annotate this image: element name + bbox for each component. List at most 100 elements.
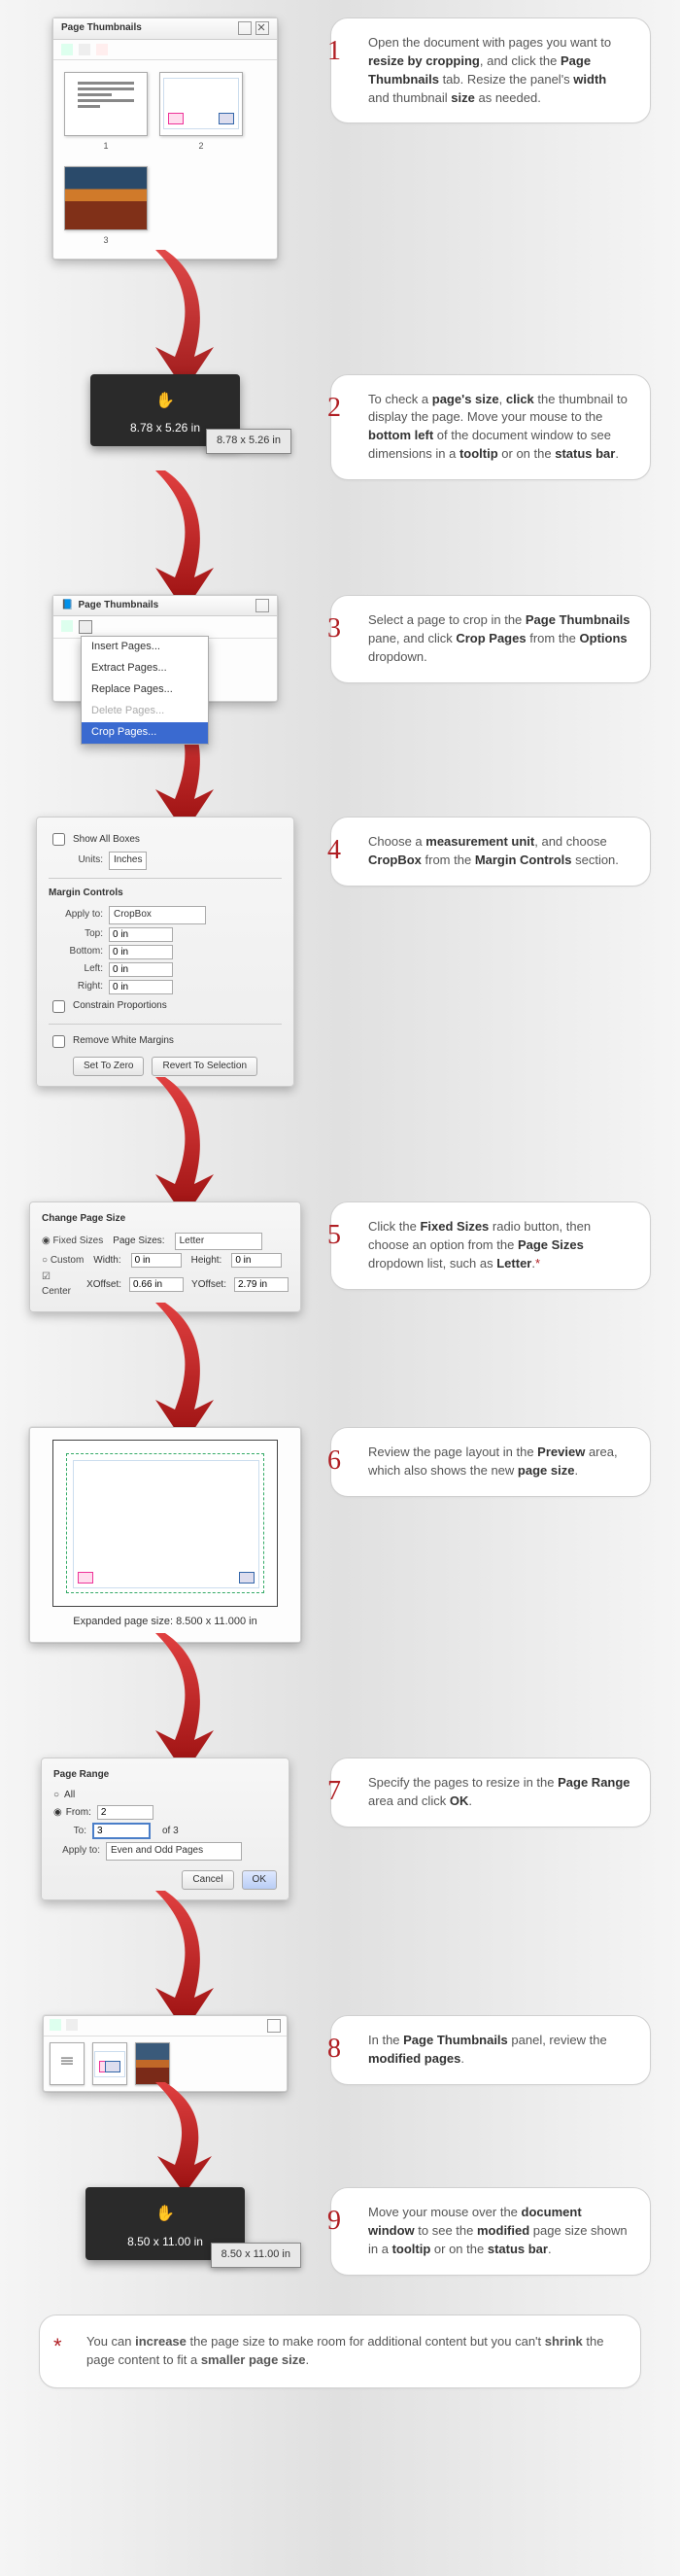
thumb-1[interactable] <box>50 2042 85 2085</box>
height-input[interactable] <box>231 1253 282 1268</box>
step-number-8: 8 <box>327 2030 341 2070</box>
step-5-figure: Change Page Size ◉ Fixed Sizes Page Size… <box>29 1201 301 1312</box>
xoffset-input[interactable] <box>129 1277 184 1292</box>
step-4-figure: Show All Boxes Units:Inches Margin Contr… <box>29 817 301 1087</box>
page-icon[interactable] <box>50 2019 61 2031</box>
panel-header: Page Thumbnails <box>53 18 277 40</box>
page-range-section: Page Range ○ All ◉ From: To: of 3 Apply … <box>41 1758 289 1900</box>
center-checkbox[interactable]: ☑ Center <box>42 1271 79 1299</box>
step-1-callout: 1 Open the document with pages you want … <box>330 17 651 123</box>
options-dropdown-icon[interactable] <box>79 620 92 634</box>
page-icon[interactable] <box>61 620 73 632</box>
step-7-figure: Page Range ○ All ◉ From: To: of 3 Apply … <box>29 1758 301 1900</box>
thumbnails-wide-panel <box>43 2015 288 2092</box>
tooltip-size-text: 8.78 x 5.26 in <box>130 420 200 436</box>
step-7: Page Range ○ All ◉ From: To: of 3 Apply … <box>0 1740 680 1910</box>
custom-radio[interactable]: ○ Custom <box>42 1254 84 1269</box>
arrow-6-7 <box>0 1653 680 1740</box>
step-9-figure: ✋ 8.50 x 11.00 in 8.50 x 11.00 in <box>29 2187 301 2260</box>
ok-button[interactable]: OK <box>242 1870 277 1891</box>
step-5-text: Click the Fixed Sizes radio button, then… <box>351 1218 630 1273</box>
step-number-5: 5 <box>327 1216 341 1256</box>
thumb-3[interactable] <box>135 2042 170 2085</box>
applyto-select[interactable]: CropBox <box>109 906 206 924</box>
panel-toolbar <box>53 40 277 60</box>
arrow-7-8 <box>0 1910 680 1998</box>
options-menu: Insert Pages... Extract Pages... Replace… <box>81 636 209 745</box>
bottom-input[interactable] <box>109 945 173 959</box>
gear-icon[interactable] <box>66 2019 78 2031</box>
close-icon[interactable] <box>255 21 269 35</box>
right-input[interactable] <box>109 980 173 994</box>
revert-button[interactable]: Revert To Selection <box>152 1057 257 1077</box>
step-3: 📘 Page Thumbnails Insert Pages... Extrac… <box>0 577 680 713</box>
margin-controls-label: Margin Controls <box>49 887 282 901</box>
collapse-icon[interactable] <box>255 599 269 612</box>
thumb-2[interactable] <box>92 2042 127 2085</box>
crop-dialog-margin-controls: Show All Boxes Units:Inches Margin Contr… <box>36 817 294 1087</box>
page-thumbnails-panel: Page Thumbnails 1 <box>52 17 278 260</box>
footnote: * You can increase the page size to make… <box>39 2315 641 2388</box>
asterisk: * <box>535 1256 540 1271</box>
step-7-text: Specify the pages to resize in the Page … <box>351 1774 630 1811</box>
arrow-8-9 <box>0 2102 680 2170</box>
close-icon[interactable] <box>267 2019 281 2033</box>
from-radio[interactable]: ◉ From: <box>53 1806 91 1821</box>
yoffset-input[interactable] <box>234 1277 289 1292</box>
step-9-text: Move your mouse over the document window… <box>351 2204 630 2259</box>
panel-title-text: Page Thumbnails <box>61 21 142 36</box>
units-select[interactable]: Inches <box>109 852 147 870</box>
thumbnail-1[interactable]: 1 <box>65 72 147 153</box>
step-1-figure: Page Thumbnails 1 <box>29 17 301 260</box>
status-bar-size: 8.50 x 11.00 in <box>211 2243 301 2268</box>
remove-white-checkbox[interactable]: Remove White Margins <box>49 1032 282 1051</box>
thumbnail-2[interactable]: 2 <box>160 72 242 153</box>
preview-panel: Expanded page size: 8.500 x 11.000 in <box>29 1427 301 1643</box>
page-sizes-select[interactable]: Letter <box>175 1233 262 1251</box>
menu-crop-pages[interactable]: Crop Pages... <box>82 722 208 744</box>
all-radio[interactable]: ○ All <box>53 1789 277 1803</box>
gear-icon[interactable] <box>79 44 90 55</box>
width-input[interactable] <box>131 1253 182 1268</box>
asterisk-icon: * <box>53 2331 62 2362</box>
panel-toolbar <box>44 2016 287 2036</box>
left-input[interactable] <box>109 962 173 977</box>
constrain-checkbox[interactable]: Constrain Proportions <box>49 997 282 1016</box>
hand-cursor-icon: ✋ <box>155 390 175 412</box>
menu-replace-pages[interactable]: Replace Pages... <box>82 679 208 701</box>
top-input[interactable] <box>109 927 173 942</box>
arrow-1-2 <box>0 269 680 357</box>
trash-icon[interactable] <box>96 44 108 55</box>
thumbnail-3[interactable]: 3 <box>65 166 147 247</box>
step-8-text: In the Page Thumbnails panel, review the… <box>351 2032 630 2069</box>
to-input[interactable] <box>92 1823 151 1839</box>
step-6-text: Review the page layout in the Preview ar… <box>351 1444 630 1480</box>
step-6-figure: Expanded page size: 8.500 x 11.000 in <box>29 1427 301 1643</box>
page-icon[interactable] <box>61 44 73 55</box>
preview-page <box>66 1453 264 1593</box>
from-input[interactable] <box>97 1805 153 1820</box>
step-number-1: 1 <box>327 32 341 72</box>
show-all-boxes-checkbox[interactable]: Show All Boxes <box>49 830 282 849</box>
menu-extract-pages[interactable]: Extract Pages... <box>82 658 208 679</box>
step-9-callout: 9 Move your mouse over the document wind… <box>330 2187 651 2276</box>
preview-box <box>52 1440 278 1607</box>
step-1: Page Thumbnails 1 <box>0 0 680 269</box>
cancel-button[interactable]: Cancel <box>182 1870 233 1891</box>
panel-toolbar: Insert Pages... Extract Pages... Replace… <box>53 616 277 639</box>
minimize-icon[interactable] <box>238 21 252 35</box>
step-2-text: To check a page's size, click the thumbn… <box>351 391 630 464</box>
arrow-4-5 <box>0 1097 680 1184</box>
set-to-zero-button[interactable]: Set To Zero <box>73 1057 145 1077</box>
step-number-4: 4 <box>327 831 341 871</box>
fixed-sizes-radio[interactable]: ◉ Fixed Sizes <box>42 1235 103 1249</box>
page-thumbnails-panel-options: 📘 Page Thumbnails Insert Pages... Extrac… <box>52 595 278 703</box>
tooltip-size-text: 8.50 x 11.00 in <box>127 2234 203 2250</box>
menu-insert-pages[interactable]: Insert Pages... <box>82 637 208 658</box>
change-page-size-section: Change Page Size ◉ Fixed Sizes Page Size… <box>29 1201 301 1312</box>
step-number-2: 2 <box>327 389 341 429</box>
step-9: ✋ 8.50 x 11.00 in 8.50 x 11.00 in 9 Move… <box>0 2170 680 2285</box>
applyto-pages-select[interactable]: Even and Odd Pages <box>106 1842 242 1861</box>
hand-cursor-icon: ✋ <box>155 2203 175 2225</box>
step-number-6: 6 <box>327 1442 341 1481</box>
